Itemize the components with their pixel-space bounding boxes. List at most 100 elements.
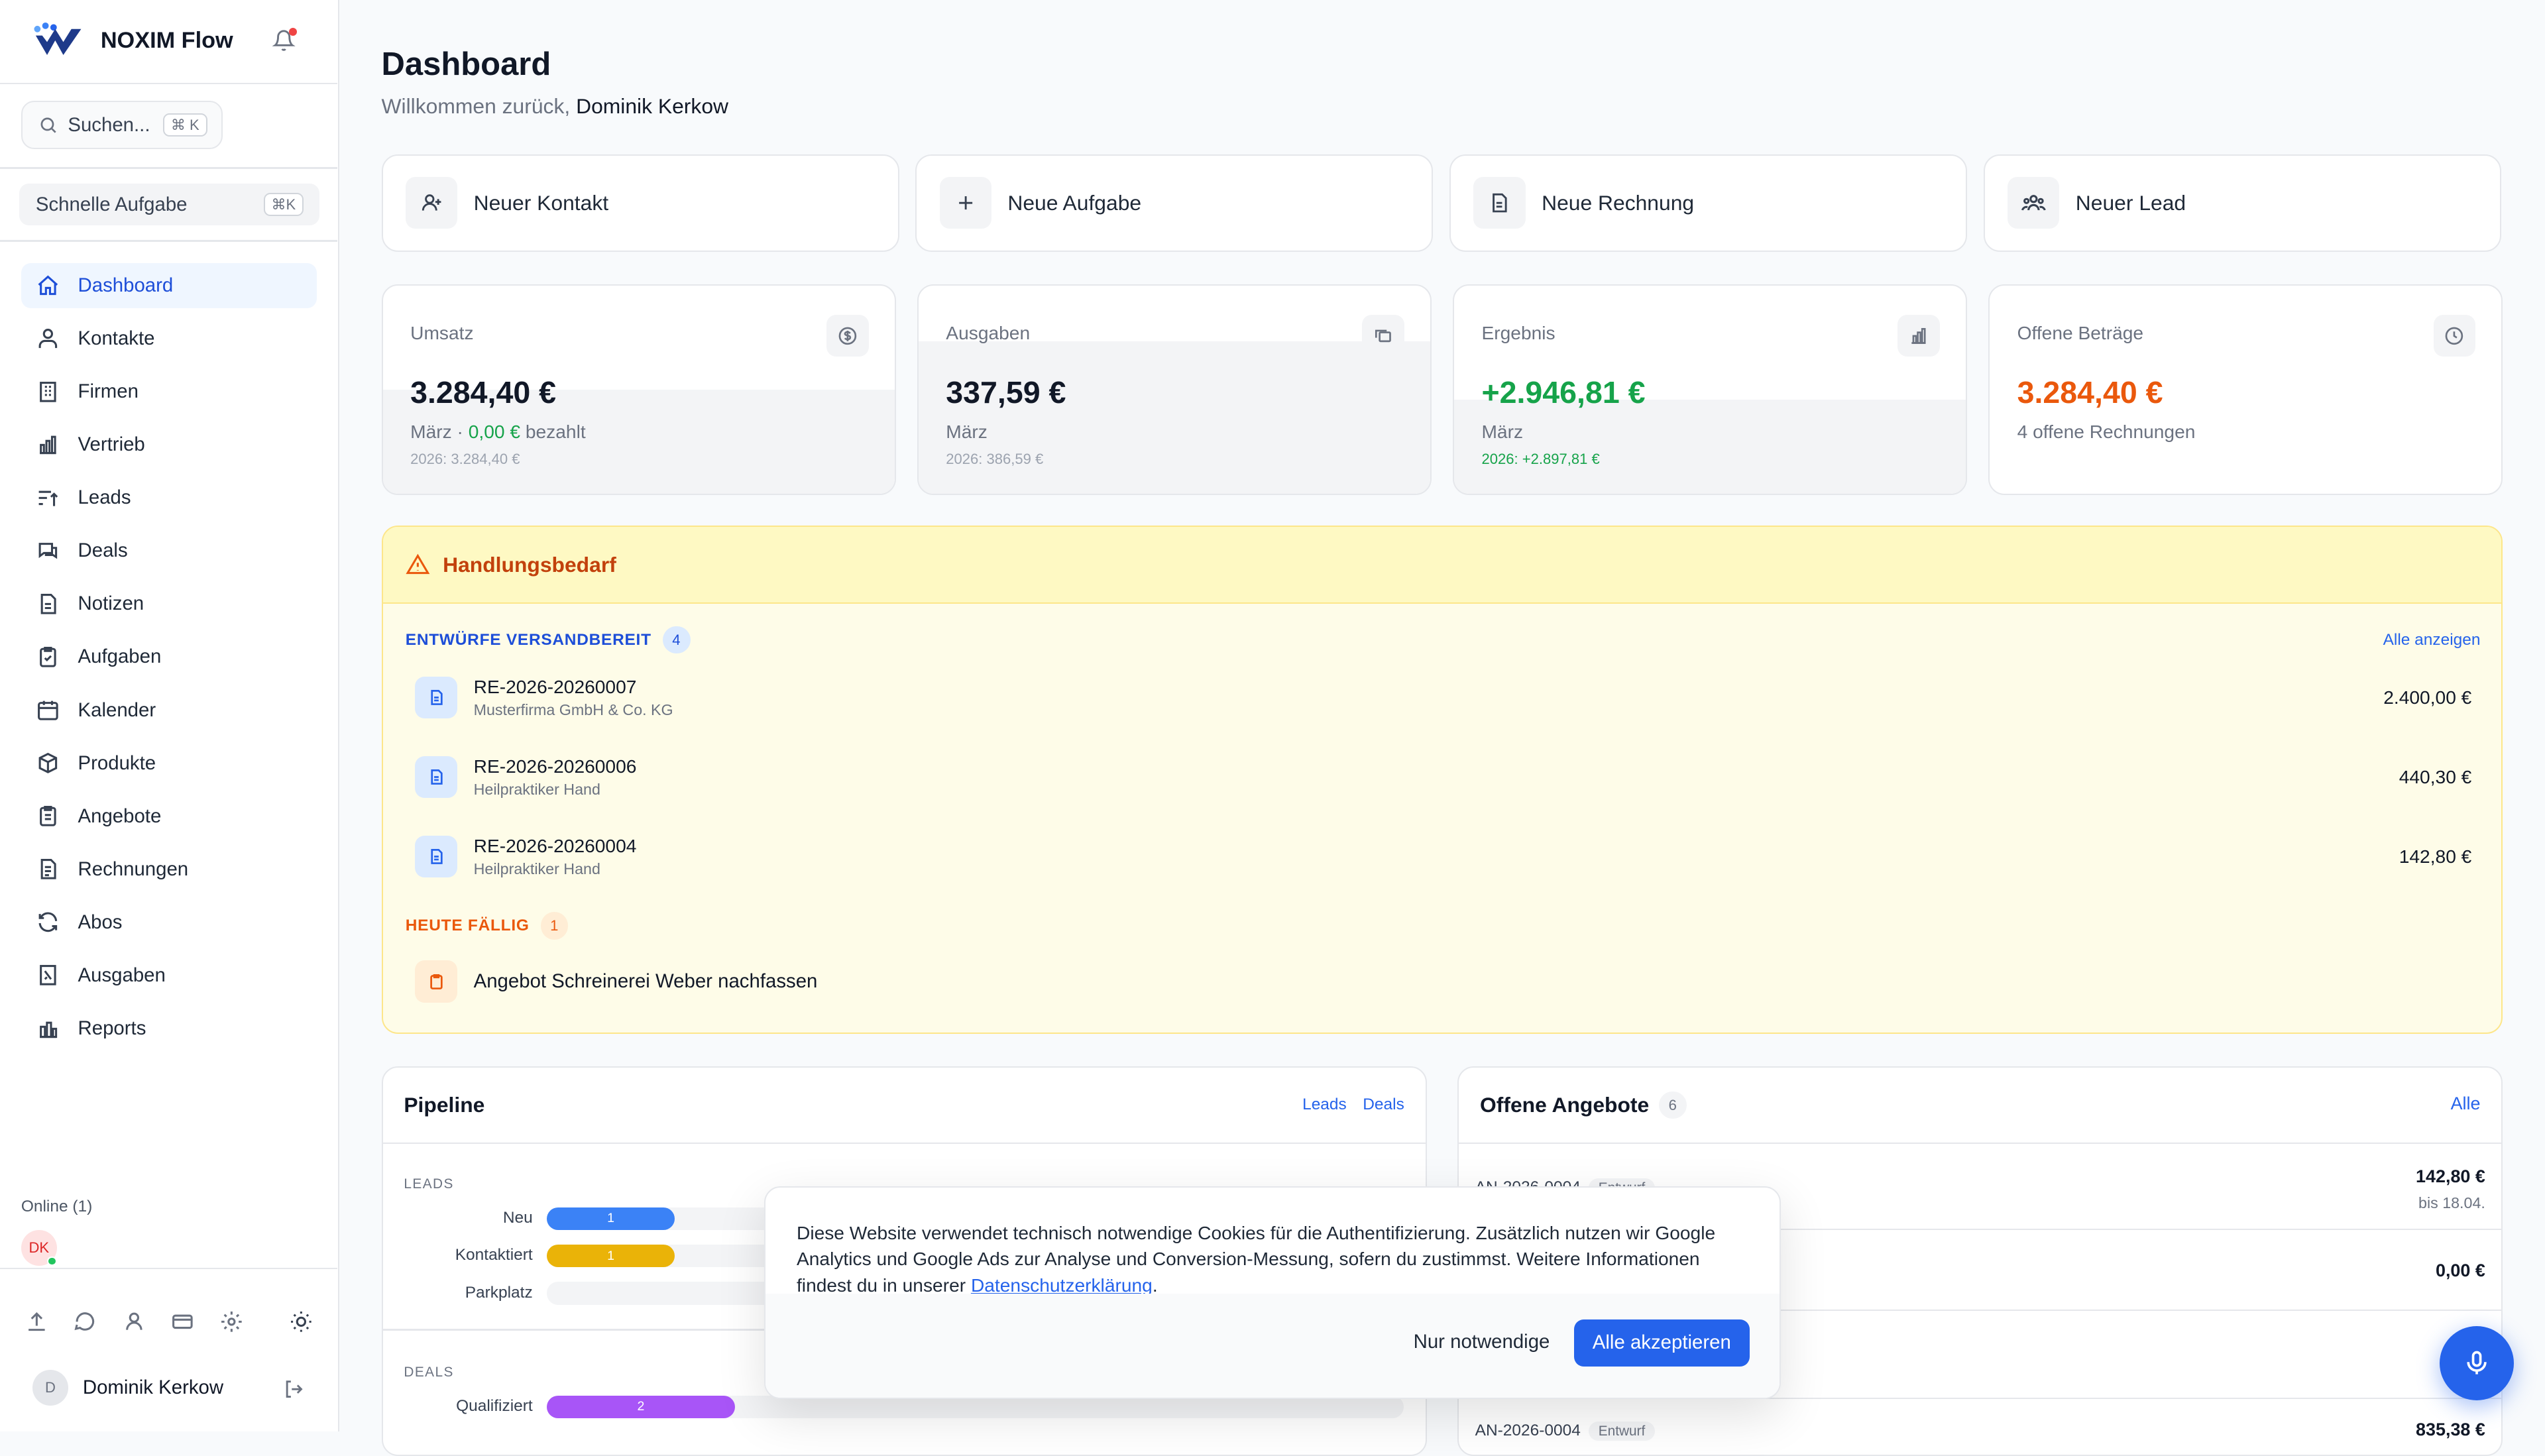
sidebar-item-label: Deals [78, 539, 128, 562]
cookie-text: Diese Website verwendet technisch notwen… [797, 1220, 1738, 1298]
sidebar-item-rechnungen[interactable]: Rechnungen [21, 846, 317, 892]
new-lead-button[interactable]: Neuer Lead [1983, 154, 2501, 252]
table-row[interactable]: AN-2026-0004 Entwurf 835,38 € [1459, 1399, 2501, 1455]
sidebar-item-notizen[interactable]: Notizen [21, 581, 317, 627]
new-task-button[interactable]: Neue Aufgabe [915, 154, 1434, 252]
quick-task-label: Schnelle Aufgabe [35, 193, 188, 215]
list-item[interactable]: RE-2026-20260007 Musterfirma GmbH & Co. … [415, 665, 2471, 730]
stat-card-open-amounts[interactable]: Offene Beträge 3.284,40 € 4 offene Rechn… [1988, 284, 2503, 495]
divider [0, 82, 338, 85]
stat-card-result[interactable]: Ergebnis +2.946,81 € März 2026: +2.897,8… [1452, 284, 1968, 495]
box-icon [36, 751, 60, 775]
upload-icon[interactable] [25, 1310, 49, 1334]
list-item[interactable]: RE-2026-20260006 Heilpraktiker Hand 440,… [415, 745, 2471, 810]
sidebar-footer-icons [25, 1310, 311, 1334]
panel-title: Pipeline [404, 1093, 485, 1117]
sidebar-item-reports[interactable]: Reports [21, 1006, 317, 1052]
necessary-only-button[interactable]: Nur notwendige [1397, 1319, 1566, 1365]
avatar: D [32, 1369, 68, 1406]
quick-task-button[interactable]: Schnelle Aufgabe ⌘K [19, 183, 320, 226]
accept-all-button[interactable]: Alle akzeptieren [1574, 1319, 1750, 1367]
users-icon [2007, 176, 2060, 229]
leads-link[interactable]: Leads [1302, 1095, 1347, 1114]
invoice-customer: Heilpraktiker Hand [473, 860, 600, 877]
list-item[interactable]: RE-2026-20260004 Heilpraktiker Hand 142,… [415, 824, 2471, 889]
divider [0, 1267, 338, 1270]
sidebar-item-label: Aufgaben [78, 645, 162, 668]
invoice-customer: Musterfirma GmbH & Co. KG [473, 700, 673, 718]
stage-name: Qualifiziert [456, 1397, 533, 1416]
logout-icon[interactable] [282, 1378, 305, 1400]
sidebar-item-leads[interactable]: Leads [21, 475, 317, 521]
sidebar-item-label: Kalender [78, 699, 156, 721]
voice-input-button[interactable] [2439, 1325, 2515, 1401]
sidebar-item-dashboard[interactable]: Dashboard [21, 262, 317, 309]
user-name: Dominik Kerkow [82, 1376, 224, 1398]
sidebar-item-angebote[interactable]: Angebote [21, 793, 317, 839]
sidebar-item-produkte[interactable]: Produkte [21, 740, 317, 786]
all-offers-link[interactable]: Alle [2451, 1093, 2481, 1114]
sidebar-item-label: Rechnungen [78, 858, 189, 880]
gear-icon[interactable] [219, 1310, 244, 1334]
sidebar-item-label: Notizen [78, 592, 144, 615]
new-invoice-button[interactable]: Neue Rechnung [1449, 154, 1968, 252]
team-icon[interactable] [122, 1310, 146, 1334]
list-item[interactable]: Angebot Schreinerei Weber nachfassen [415, 960, 817, 1003]
invoice-number: RE-2026-20260004 [473, 835, 637, 856]
user-profile[interactable]: D Dominik Kerkow [32, 1369, 224, 1406]
sidebar: NOXIM Flow Suchen... ⌘ K Schnelle Aufgab… [0, 0, 339, 1432]
warning-icon [406, 553, 430, 577]
invoice-customer: Heilpraktiker Hand [473, 780, 600, 798]
privacy-policy-link[interactable]: Datenschutzerklärung [971, 1275, 1153, 1296]
sidebar-item-vertrieb[interactable]: Vertrieb [21, 422, 317, 468]
action-required-panel: Handlungsbedarf ENTWÜRFE VERSANDBEREIT 4… [381, 526, 2503, 1034]
deals-link[interactable]: Deals [1363, 1095, 1404, 1114]
sidebar-item-label: Firmen [78, 380, 139, 403]
cookie-message: Diese Website verwendet technisch notwen… [796, 1223, 1716, 1296]
sun-icon[interactable] [289, 1310, 313, 1334]
see-all-link[interactable]: Alle anzeigen [2383, 631, 2481, 649]
sidebar-item-label: Vertrieb [78, 433, 145, 456]
card-background-fill [918, 341, 1430, 494]
cookie-text-end: . [1152, 1274, 1158, 1296]
offer-due: bis 18.04. [2418, 1194, 2485, 1211]
clock-icon [2433, 314, 2476, 357]
search-button[interactable]: Suchen... ⌘ K [21, 100, 223, 150]
search-label: Suchen... [68, 113, 150, 136]
stat-card-revenue[interactable]: Umsatz 3.284,40 € März · 0,00 € bezahlt … [381, 284, 896, 495]
sidebar-item-firmen[interactable]: Firmen [21, 369, 317, 415]
clipboard-icon [36, 645, 60, 669]
due-today-section-label: HEUTE FÄLLIG 1 [406, 911, 569, 940]
notifications-button[interactable] [272, 27, 298, 52]
sidebar-item-label: Dashboard [78, 274, 174, 297]
drafts-label: ENTWÜRFE VERSANDBEREIT [405, 630, 651, 649]
calendar-icon [36, 698, 60, 722]
sidebar-item-abos[interactable]: Abos [21, 899, 317, 945]
offers-count-badge: 6 [1658, 1091, 1687, 1119]
dollar-icon [826, 314, 869, 357]
message-icon[interactable] [73, 1310, 97, 1334]
app-name: NOXIM Flow [100, 27, 233, 53]
online-user-avatar[interactable]: DK [21, 1230, 57, 1266]
online-label: Online (1) [21, 1198, 93, 1216]
deals-section-label: DEALS [404, 1365, 454, 1380]
stat-card-expenses[interactable]: Ausgaben 337,59 € März 2026: 386,59 € [917, 284, 1432, 495]
sidebar-item-ausgaben[interactable]: Ausgaben [21, 953, 317, 999]
microphone-icon [2462, 1349, 2491, 1378]
sidebar-item-deals[interactable]: Deals [21, 528, 317, 574]
welcome-user: Dominik Kerkow [576, 94, 729, 119]
user-plus-icon [405, 176, 458, 229]
drafts-section-label: ENTWÜRFE VERSANDBEREIT 4 [406, 626, 691, 654]
sidebar-item-aufgaben[interactable]: Aufgaben [21, 634, 317, 680]
sidebar-item-kontakte[interactable]: Kontakte [21, 316, 317, 362]
panel-header: Offene Angebote 6 Alle [1459, 1068, 2502, 1145]
sidebar-item-kalender[interactable]: Kalender [21, 687, 317, 733]
stage-name: Neu [502, 1209, 533, 1227]
brand[interactable]: NOXIM Flow [32, 23, 233, 58]
invoice-amount: 2.400,00 € [2383, 687, 2472, 708]
reports-icon [36, 1017, 60, 1041]
clipboard-list-icon [36, 804, 60, 828]
credit-card-icon[interactable] [170, 1310, 195, 1334]
stat-sub-suffix: bezahlt [525, 421, 586, 443]
new-contact-button[interactable]: Neuer Kontakt [381, 154, 899, 252]
